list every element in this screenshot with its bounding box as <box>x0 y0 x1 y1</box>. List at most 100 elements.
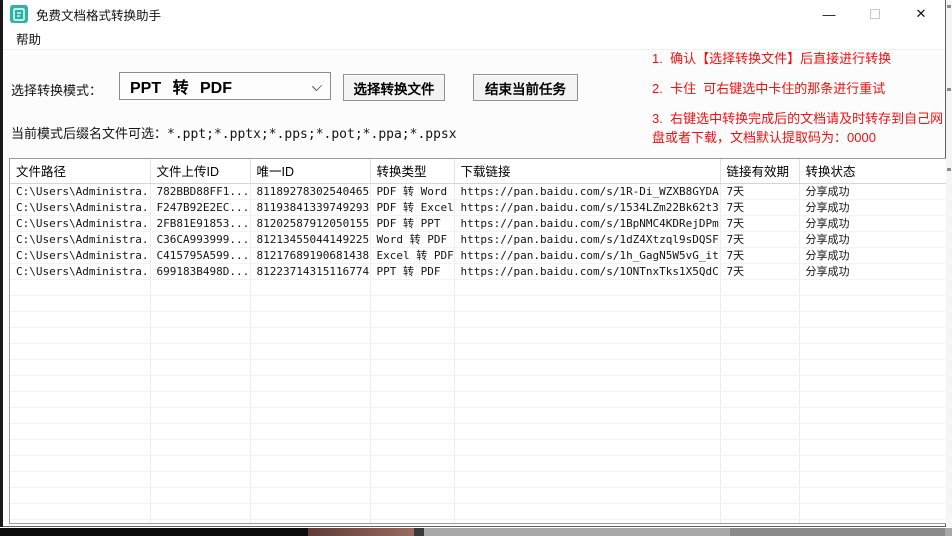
empty-cell <box>454 519 720 524</box>
empty-cell <box>10 519 150 524</box>
column-header-6[interactable]: 转换状态 <box>799 159 947 183</box>
empty-cell <box>250 423 370 439</box>
notes: 1. 确认【选择转换文件】后直接进行转换 2. 卡住 可右键选中卡住的那条进行重… <box>652 50 948 158</box>
end-task-button[interactable]: 结束当前任务 <box>473 74 578 101</box>
maximize-button[interactable] <box>852 0 898 28</box>
mode-select-value: PPT 转 PDF <box>130 74 232 98</box>
file-path-cell: C:\Users\Administra... <box>10 263 150 279</box>
empty-cell <box>150 327 250 343</box>
empty-cell <box>370 295 454 311</box>
empty-cell <box>150 471 250 487</box>
chevron-down-icon <box>312 81 322 91</box>
table-row[interactable]: C:\Users\Administra...F247B92E2EC...8119… <box>10 199 947 215</box>
note-item-2: 2. 卡住 可右键选中卡住的那条进行重试 <box>652 80 948 99</box>
window-controls: — ✕ <box>806 0 944 28</box>
empty-cell <box>454 327 720 343</box>
empty-row <box>10 391 947 407</box>
empty-cell <box>454 407 720 423</box>
empty-cell <box>720 439 799 455</box>
column-header-3[interactable]: 转换类型 <box>370 159 454 183</box>
conversion-type-cell: Word 转 PDF <box>370 231 454 247</box>
empty-cell <box>10 439 150 455</box>
app-window: 免费文档格式转换助手 — ✕ 帮助 选择转换模式： PPT 转 PDF 选择转换… <box>3 0 946 527</box>
empty-cell <box>150 407 250 423</box>
empty-cell <box>799 407 947 423</box>
empty-cell <box>150 519 250 524</box>
column-header-0[interactable]: 文件路径 <box>10 159 150 183</box>
empty-cell <box>720 295 799 311</box>
column-header-1[interactable]: 文件上传ID <box>150 159 250 183</box>
empty-cell <box>150 295 250 311</box>
empty-cell <box>720 343 799 359</box>
download-link-cell[interactable]: https://pan.baidu.com/s/1h_GagN5W5vG_it.… <box>454 247 720 263</box>
conversion-type-cell: PDF 转 PPT <box>370 215 454 231</box>
conversion-type-cell: Excel 转 PDF <box>370 247 454 263</box>
empty-row <box>10 439 947 455</box>
empty-cell <box>454 375 720 391</box>
column-header-2[interactable]: 唯一ID <box>250 159 370 183</box>
empty-cell <box>454 423 720 439</box>
empty-cell <box>799 359 947 375</box>
minimize-button[interactable]: — <box>806 0 852 28</box>
empty-cell <box>150 439 250 455</box>
menu-help[interactable]: 帮助 <box>11 27 46 50</box>
table-row[interactable]: C:\Users\Administra...699183B498D...8122… <box>10 263 947 279</box>
download-link-cell[interactable]: https://pan.baidu.com/s/1dZ4Xtzql9sDQSF.… <box>454 231 720 247</box>
table-row[interactable]: C:\Users\Administra...C415795A599...8121… <box>10 247 947 263</box>
empty-cell <box>250 327 370 343</box>
empty-cell <box>720 519 799 524</box>
column-header-5[interactable]: 链接有效期 <box>720 159 799 183</box>
unique-id-cell: 81223714315116774 <box>250 263 370 279</box>
table-row[interactable]: C:\Users\Administra...782BBD88FF1...8118… <box>10 183 947 199</box>
empty-cell <box>720 423 799 439</box>
close-button[interactable]: ✕ <box>898 0 944 28</box>
table-row[interactable]: C:\Users\Administra...C36CA993999...8121… <box>10 231 947 247</box>
download-link-cell[interactable]: https://pan.baidu.com/s/1BpNMC4KDRejDPm.… <box>454 215 720 231</box>
empty-cell <box>10 279 150 295</box>
download-link-cell[interactable]: https://pan.baidu.com/s/1R-Di_WZXB8GYDA.… <box>454 183 720 199</box>
empty-cell <box>799 487 947 503</box>
empty-cell <box>799 423 947 439</box>
select-file-button[interactable]: 选择转换文件 <box>343 74 445 101</box>
table: 文件路径文件上传ID唯一ID转换类型下载链接链接有效期转换状态 C:\Users… <box>10 159 947 524</box>
empty-row <box>10 359 947 375</box>
app-icon <box>10 5 28 23</box>
empty-cell <box>454 279 720 295</box>
unique-id-cell: 81213455044149225 <box>250 231 370 247</box>
empty-cell <box>370 423 454 439</box>
empty-cell <box>799 343 947 359</box>
empty-cell <box>799 519 947 524</box>
empty-cell <box>454 359 720 375</box>
empty-row <box>10 519 947 524</box>
conversion-type-cell: PDF 转 Excel <box>370 199 454 215</box>
table-row[interactable]: C:\Users\Administra...2FB81E91853...8120… <box>10 215 947 231</box>
empty-cell <box>370 519 454 524</box>
document-icon <box>13 8 25 21</box>
download-link-cell[interactable]: https://pan.baidu.com/s/1534LZm22Bk62t3.… <box>454 199 720 215</box>
empty-cell <box>370 279 454 295</box>
empty-cell <box>799 471 947 487</box>
upload-id-cell: 782BBD88FF1... <box>150 183 250 199</box>
empty-cell <box>799 311 947 327</box>
empty-cell <box>10 407 150 423</box>
conversion-type-cell: PPT 转 PDF <box>370 263 454 279</box>
validity-cell: 7天 <box>720 231 799 247</box>
empty-cell <box>370 439 454 455</box>
validity-cell: 7天 <box>720 247 799 263</box>
download-link-cell[interactable]: https://pan.baidu.com/s/1ONTnxTks1X5QdC.… <box>454 263 720 279</box>
empty-cell <box>370 391 454 407</box>
taskbar-segment-red <box>308 528 414 536</box>
empty-cell <box>720 487 799 503</box>
column-header-4[interactable]: 下载链接 <box>454 159 720 183</box>
empty-cell <box>720 471 799 487</box>
taskbar-segment-divider <box>414 528 424 536</box>
status-cell: 分享成功 <box>799 215 947 231</box>
status-cell: 分享成功 <box>799 263 947 279</box>
mode-select[interactable]: PPT 转 PDF <box>119 72 331 100</box>
empty-cell <box>370 327 454 343</box>
status-cell: 分享成功 <box>799 247 947 263</box>
empty-cell <box>720 327 799 343</box>
empty-cell <box>10 487 150 503</box>
empty-cell <box>150 455 250 471</box>
empty-cell <box>370 359 454 375</box>
